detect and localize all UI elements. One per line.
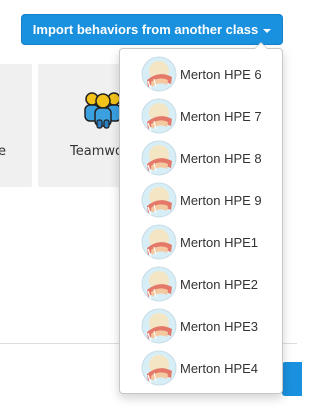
class-menu-item-label: Merton HPE1 [180, 234, 259, 250]
team-people-icon [84, 92, 122, 129]
class-menu-item-label: Merton HPE2 [180, 276, 259, 292]
class-menu-item[interactable]: Merton HPE 9 [120, 179, 282, 221]
class-avatar-icon [141, 224, 177, 260]
import-class-dropdown: Merton HPE 6 Merton HPE 7 Merton HPE 8 M… [119, 42, 283, 394]
class-menu-item-label: Merton HPE 6 [180, 66, 262, 82]
class-menu-item[interactable]: Merton HPE3 [120, 305, 282, 347]
class-menu-item-label: Merton HPE 7 [180, 108, 262, 124]
class-avatar-icon [141, 140, 177, 176]
class-avatar-icon [141, 56, 177, 92]
behavior-tile-label: Teamwo [70, 144, 123, 159]
class-menu-item-label: Merton HPE 8 [180, 150, 262, 166]
behavior-tile-label: e [0, 144, 6, 159]
caret-down-icon [263, 28, 272, 33]
class-menu-item-label: Merton HPE 9 [180, 192, 262, 208]
class-menu-item[interactable]: Merton HPE4 [120, 347, 282, 389]
class-menu-item[interactable]: Merton HPE 8 [120, 137, 282, 179]
class-avatar-icon [141, 266, 177, 302]
class-menu-item[interactable]: Merton HPE2 [120, 263, 282, 305]
import-behaviors-button[interactable]: Import behaviors from another class [21, 14, 283, 45]
class-menu-item[interactable]: Merton HPE 7 [120, 95, 282, 137]
class-list: Merton HPE 6 Merton HPE 7 Merton HPE 8 M… [120, 53, 282, 389]
class-menu-item[interactable]: Merton HPE1 [120, 221, 282, 263]
footer-action-button[interactable] [282, 362, 302, 396]
class-avatar-icon [141, 182, 177, 218]
behavior-tile[interactable]: e [0, 64, 32, 187]
class-avatar-icon [141, 98, 177, 134]
class-menu-item-label: Merton HPE3 [180, 318, 259, 334]
import-behaviors-button-label: Import behaviors from another class [32, 22, 259, 37]
class-avatar-icon [141, 308, 177, 344]
class-menu-item[interactable]: Merton HPE 6 [120, 53, 282, 95]
class-menu-item-label: Merton HPE4 [180, 360, 259, 376]
class-avatar-icon [141, 350, 177, 386]
